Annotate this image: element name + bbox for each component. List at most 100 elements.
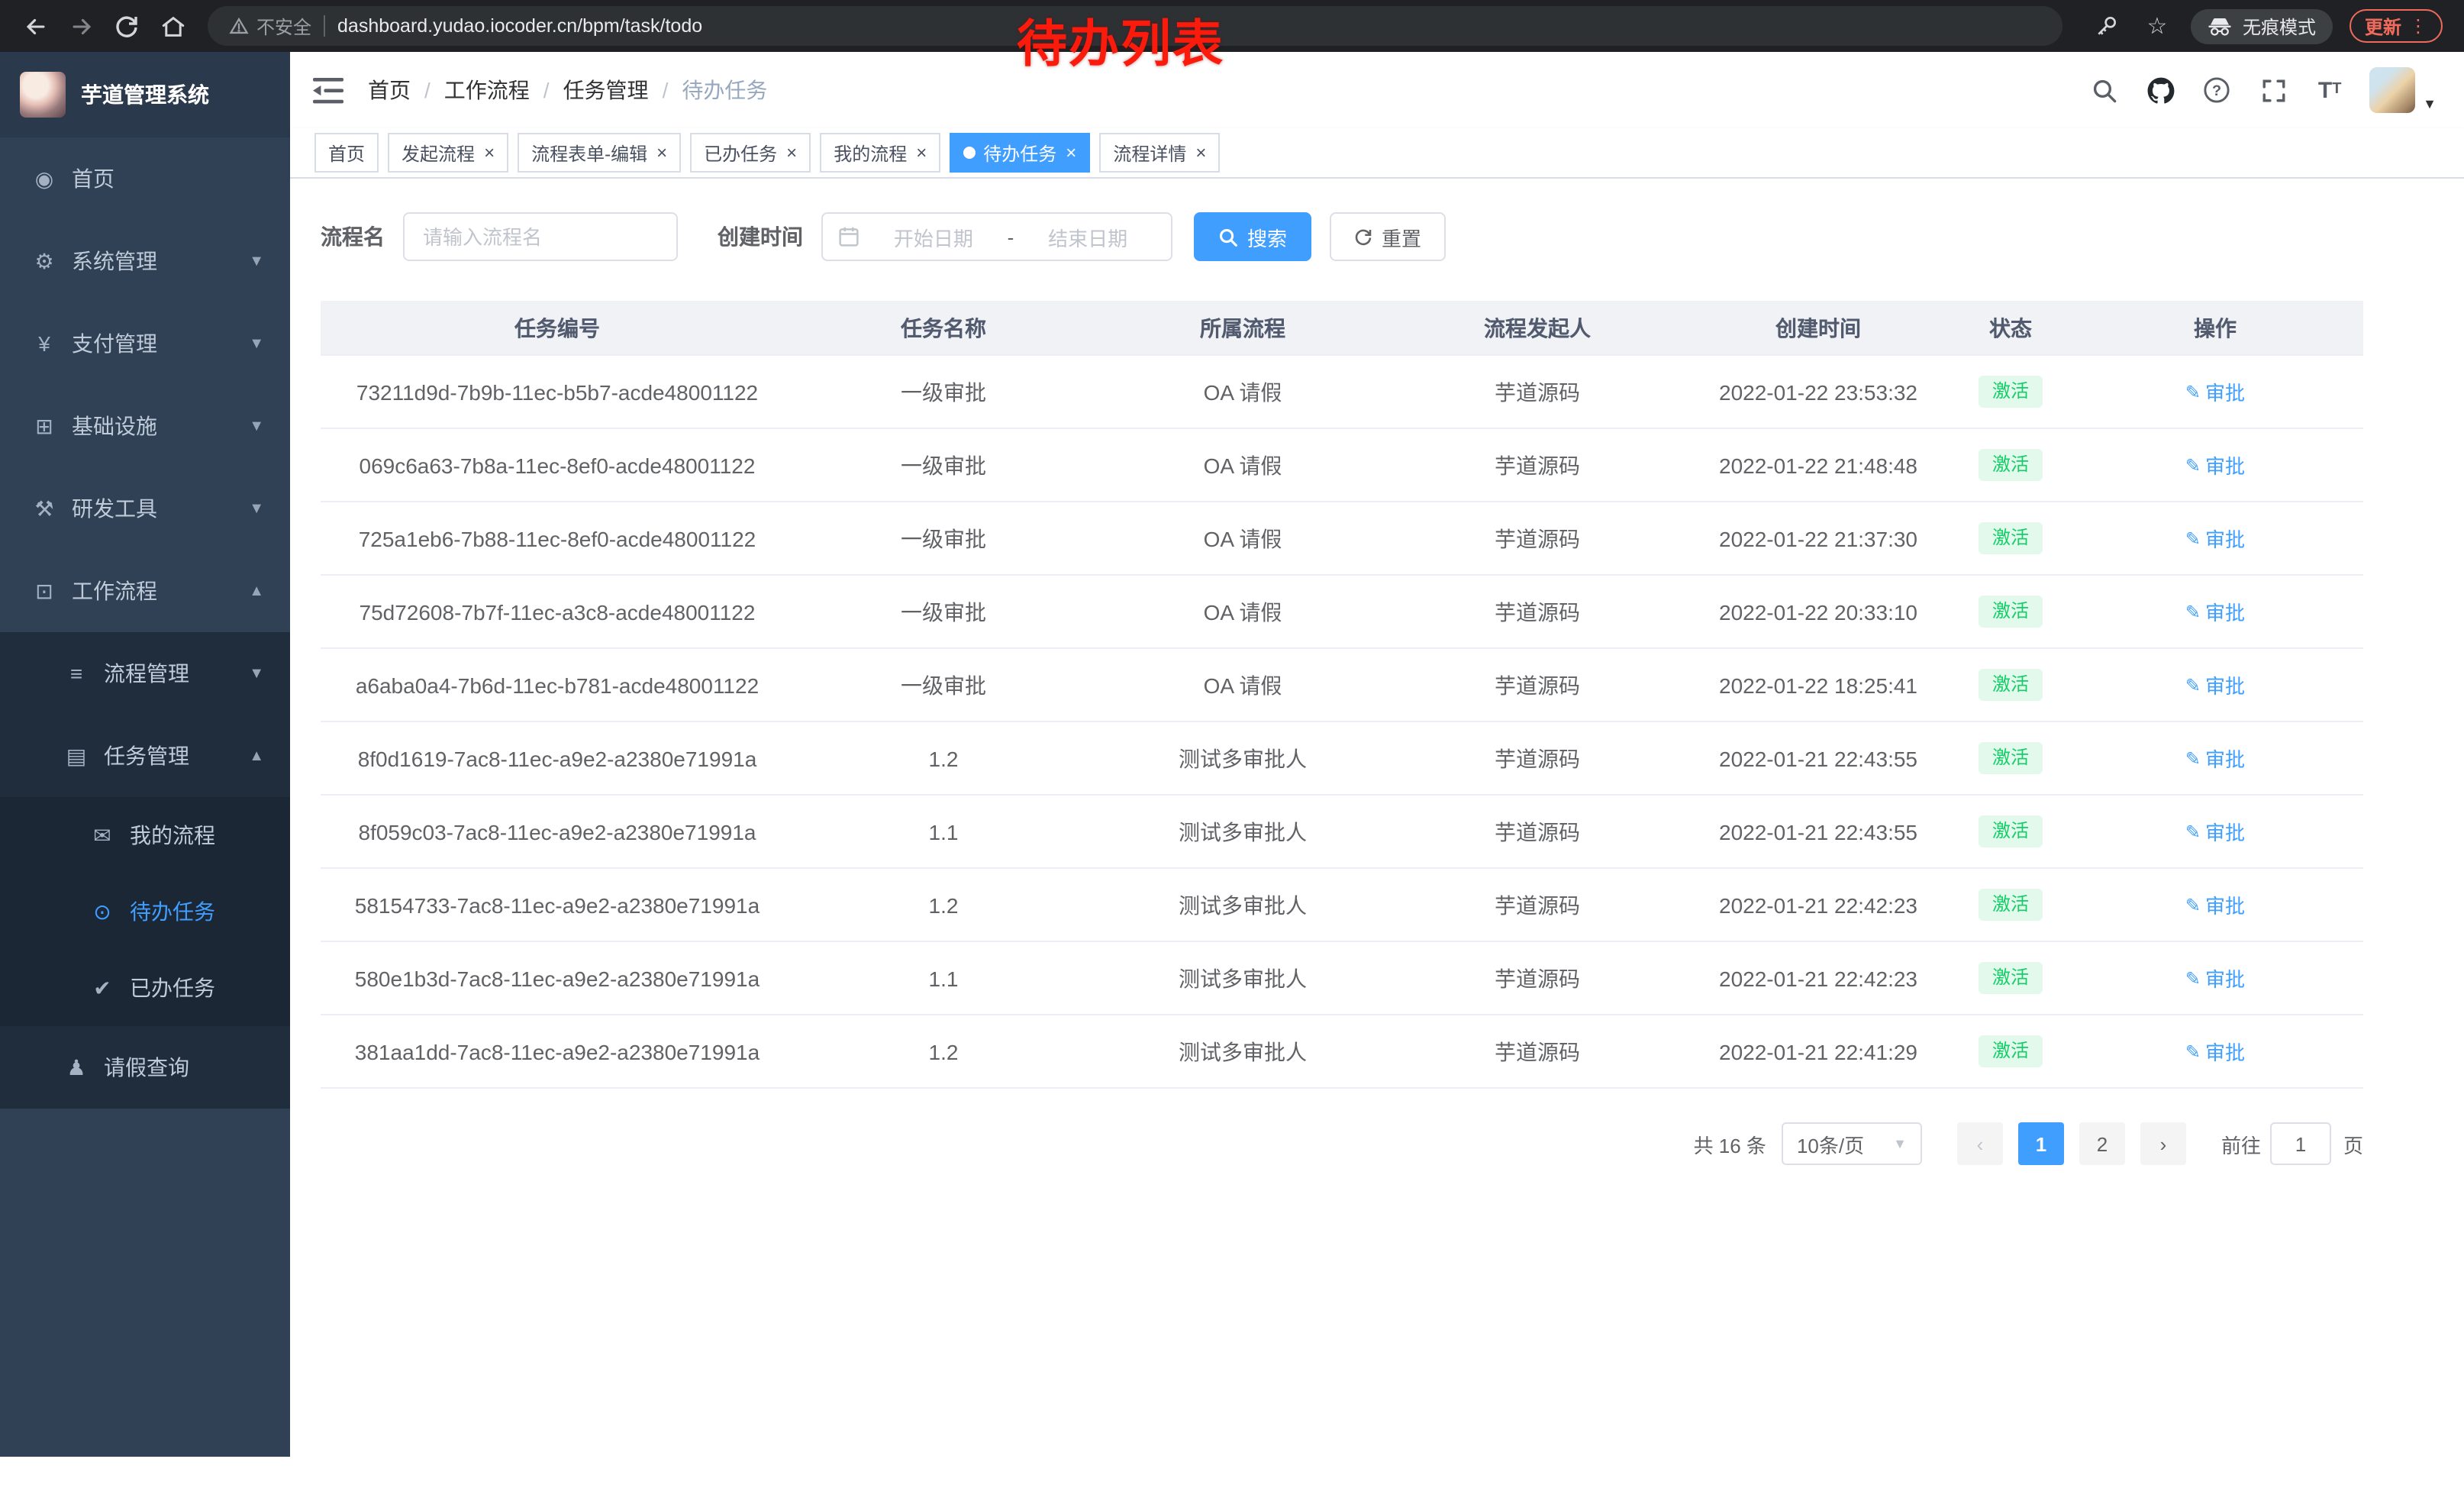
cell-initiator: 芋道源码 — [1392, 523, 1682, 554]
cell-created-at: 2022-01-22 18:25:41 — [1682, 673, 1954, 697]
breadcrumb-item[interactable]: 任务管理 — [563, 75, 649, 105]
table-row: 73211d9d-7b9b-11ec-b5b7-acde48001122一级审批… — [321, 356, 2363, 429]
sidebar-item-home[interactable]: ◉首页 — [0, 137, 290, 220]
forward-button[interactable] — [61, 6, 101, 46]
back-button[interactable] — [15, 6, 55, 46]
cell-process: OA 请假 — [1093, 450, 1392, 480]
date-range-picker[interactable]: 开始日期 - 结束日期 — [821, 212, 1172, 261]
github-icon[interactable] — [2143, 72, 2177, 108]
password-key-icon[interactable] — [2090, 8, 2124, 44]
workflow-icon: ⊡ — [29, 578, 60, 604]
sidebar-item-dev-tools[interactable]: ⚒研发工具▼ — [0, 467, 290, 550]
goto-page-input[interactable] — [2270, 1122, 2331, 1165]
sidebar-item-todo-tasks[interactable]: ⊙待办任务 — [0, 873, 290, 950]
sidebar-logo[interactable]: 芋道管理系统 — [0, 52, 290, 137]
cell-status: 激活 — [1954, 743, 2067, 774]
sidebar-item-system-management[interactable]: ⚙系统管理▼ — [0, 220, 290, 302]
cell-task-id: a6aba0a4-7b6d-11ec-b781-acde48001122 — [321, 673, 794, 697]
search-icon — [1218, 227, 1238, 247]
kebab-menu-icon[interactable]: ⋮ — [2409, 15, 2427, 37]
page-size-value: 10条/页 — [1797, 1129, 1864, 1158]
cell-task-name: 一级审批 — [794, 670, 1093, 700]
navbar-tools: ? TT ▼ — [2087, 67, 2437, 113]
cell-task-id: 73211d9d-7b9b-11ec-b5b7-acde48001122 — [321, 379, 794, 404]
sidebar-item-label: 工作流程 — [72, 576, 157, 606]
sidebar-item-label: 基础设施 — [72, 411, 157, 441]
bookmark-star-icon[interactable]: ☆ — [2140, 8, 2174, 44]
table-body: 73211d9d-7b9b-11ec-b5b7-acde48001122 一级审批… — [321, 356, 2363, 1089]
approve-link[interactable]: ✎审批 — [2185, 377, 2245, 406]
sidebar-item-my-processes[interactable]: ✉我的流程 — [0, 797, 290, 873]
tab-my-processes[interactable]: 我的流程× — [820, 133, 940, 173]
chevron-down-icon: ▼ — [249, 335, 264, 352]
search-icon[interactable] — [2087, 72, 2121, 108]
tab-process-detail[interactable]: 流程详情 × — [1099, 133, 1220, 173]
breadcrumb-item[interactable]: 首页 — [368, 75, 411, 105]
sidebar-collapse-button[interactable] — [313, 77, 343, 103]
prev-page-button[interactable]: ‹ — [1957, 1122, 2003, 1165]
security-label: 不安全 — [256, 13, 311, 39]
process-name-input[interactable] — [403, 212, 678, 261]
help-icon[interactable]: ? — [2200, 72, 2233, 108]
approve-link[interactable]: ✎审批 — [2185, 817, 2245, 846]
edit-icon: ✎ — [2185, 381, 2201, 402]
approve-link[interactable]: ✎审批 — [2185, 1037, 2245, 1066]
next-page-button[interactable]: › — [2140, 1122, 2186, 1165]
table-header-row: 任务编号任务名称所属流程流程发起人创建时间状态操作 — [321, 301, 2363, 356]
cell-task-name: 1.2 — [794, 746, 1093, 770]
sidebar-item-done-tasks[interactable]: ✔已办任务 — [0, 950, 290, 1026]
cell-created-at: 2022-01-22 23:53:32 — [1682, 379, 1954, 404]
approve-link[interactable]: ✎审批 — [2185, 670, 2245, 699]
tab-close-icon[interactable]: × — [1195, 144, 1206, 162]
cell-status: 激活 — [1954, 450, 2067, 481]
cell-task-name: 1.1 — [794, 966, 1093, 990]
cell-task-name: 一级审批 — [794, 596, 1093, 627]
tab-start-process[interactable]: 发起流程 × — [388, 133, 508, 173]
user-icon: ♟ — [61, 1054, 92, 1080]
tab-done-tasks[interactable]: 已办任务× — [690, 133, 811, 173]
tab-close-icon[interactable]: × — [484, 144, 495, 162]
sidebar-item-leave-query[interactable]: ♟请假查询 — [0, 1026, 290, 1109]
tab-home[interactable]: 首页 — [314, 133, 379, 173]
tab-form-edit[interactable]: 流程表单-编辑× — [518, 133, 681, 173]
tab-todo-tasks[interactable]: 待办任务 × — [950, 133, 1090, 173]
tab-close-icon[interactable]: × — [1066, 144, 1076, 162]
search-button[interactable]: 搜索 — [1194, 212, 1311, 261]
calendar-icon — [838, 226, 859, 247]
page-button-2[interactable]: 2 — [2079, 1122, 2125, 1165]
cell-created-at: 2022-01-21 22:42:23 — [1682, 966, 1954, 990]
approve-link[interactable]: ✎审批 — [2185, 597, 2245, 626]
cell-initiator: 芋道源码 — [1392, 376, 1682, 407]
font-size-icon[interactable]: TT — [2313, 72, 2346, 108]
approve-link[interactable]: ✎审批 — [2185, 964, 2245, 993]
approve-link[interactable]: ✎审批 — [2185, 450, 2245, 479]
tabs-bar: 首页发起流程×流程表单-编辑×已办任务×我的流程×待办任务×流程详情× — [290, 128, 2464, 179]
tab-close-icon[interactable]: × — [656, 144, 667, 162]
sidebar-item-task-management[interactable]: ▤任务管理▲ — [0, 715, 290, 797]
breadcrumb-item[interactable]: 工作流程 — [444, 75, 530, 105]
reset-button[interactable]: 重置 — [1330, 212, 1446, 261]
approve-link[interactable]: ✎审批 — [2185, 890, 2245, 919]
tab-label: 待办任务 — [983, 140, 1056, 166]
approve-link[interactable]: ✎审批 — [2185, 744, 2245, 773]
sidebar-item-process-management[interactable]: ≡流程管理▼ — [0, 632, 290, 715]
sidebar-item-infrastructure[interactable]: ⊞基础设施▼ — [0, 385, 290, 467]
sidebar-item-payment-management[interactable]: ¥支付管理▼ — [0, 302, 290, 385]
security-warning-icon[interactable]: 不安全 — [229, 13, 311, 39]
reload-button[interactable] — [107, 6, 147, 46]
column-header: 所属流程 — [1093, 312, 1392, 343]
home-button[interactable] — [153, 6, 192, 46]
tab-close-icon[interactable]: × — [786, 144, 797, 162]
browser-window: 不安全 dashboard.yudao.iocoder.cn/bpm/task/… — [0, 0, 2464, 1501]
sidebar-item-label: 流程管理 — [104, 658, 189, 689]
tab-close-icon[interactable]: × — [916, 144, 927, 162]
page-button-1[interactable]: 1 — [2018, 1122, 2064, 1165]
browser-update-button[interactable]: 更新 ⋮ — [2350, 9, 2443, 43]
tab-label: 流程详情 — [1113, 140, 1186, 166]
fullscreen-icon[interactable] — [2256, 72, 2290, 108]
approve-link[interactable]: ✎审批 — [2185, 524, 2245, 553]
page-size-select[interactable]: 10条/页 ▼ — [1782, 1122, 1922, 1165]
tab-label: 发起流程 — [402, 140, 475, 166]
sidebar-item-workflow[interactable]: ⊡工作流程▲ — [0, 550, 290, 632]
user-menu[interactable]: ▼ — [2369, 67, 2437, 113]
